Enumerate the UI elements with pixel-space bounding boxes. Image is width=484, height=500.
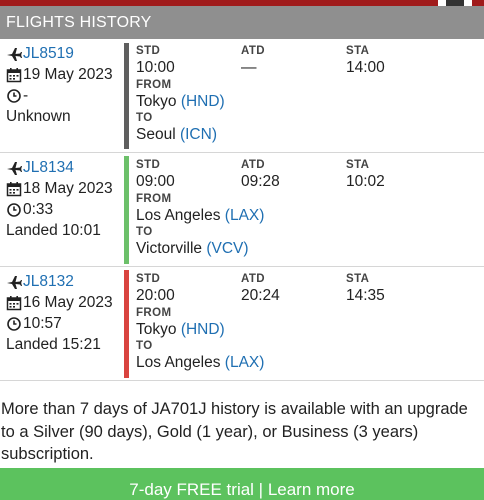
origin-code-link[interactable]: (HND) bbox=[181, 93, 225, 110]
clock-icon bbox=[7, 316, 21, 331]
from-label: FROM bbox=[136, 307, 172, 319]
clock-icon bbox=[7, 202, 21, 217]
origin-city: Tokyo bbox=[136, 321, 177, 338]
destination-city: Victorville bbox=[136, 240, 203, 257]
origin-city: Tokyo bbox=[136, 93, 177, 110]
origin-city: Los Angeles bbox=[136, 207, 221, 224]
flight-date: 18 May 2023 bbox=[23, 179, 113, 197]
std-value: 10:00 bbox=[136, 59, 175, 76]
section-title: FLIGHTS HISTORY bbox=[6, 14, 152, 31]
flight-row[interactable]: JL8134 18 May 2023 0:33 Landed 10:01 STD… bbox=[0, 153, 484, 267]
atd-value: — bbox=[241, 59, 257, 76]
atd-value: 20:24 bbox=[241, 287, 280, 304]
flight-duration: 10:57 bbox=[23, 314, 62, 332]
atd-value: 09:28 bbox=[241, 173, 280, 190]
flight-status: Landed 10:01 bbox=[6, 221, 101, 239]
std-value: 09:00 bbox=[136, 173, 175, 190]
std-label: STD bbox=[136, 159, 161, 171]
to-label: TO bbox=[136, 112, 153, 124]
destination-code-link[interactable]: (LAX) bbox=[225, 354, 265, 371]
sta-value: 14:35 bbox=[346, 287, 385, 304]
from-label: FROM bbox=[136, 193, 172, 205]
plane-icon bbox=[7, 275, 22, 289]
status-color-bar bbox=[124, 156, 129, 264]
flight-row[interactable]: JL8132 16 May 2023 10:57 Landed 15:21 ST… bbox=[0, 267, 484, 381]
std-value: 20:00 bbox=[136, 287, 175, 304]
std-label: STD bbox=[136, 45, 161, 57]
plane-icon bbox=[7, 161, 22, 175]
flight-number-link[interactable]: JL8132 bbox=[23, 273, 74, 291]
calendar-icon bbox=[6, 181, 22, 196]
flight-duration: 0:33 bbox=[23, 200, 54, 218]
sta-value: 14:00 bbox=[346, 59, 385, 76]
to-label: TO bbox=[136, 340, 153, 352]
free-trial-label: 7-day FREE trial | Learn more bbox=[129, 480, 355, 499]
flight-number-link[interactable]: JL8134 bbox=[23, 159, 74, 177]
flight-date: 19 May 2023 bbox=[23, 65, 113, 83]
calendar-icon bbox=[6, 67, 22, 82]
std-label: STD bbox=[136, 273, 161, 285]
destination-city: Seoul bbox=[136, 126, 176, 143]
destination-code-link[interactable]: (ICN) bbox=[180, 126, 217, 143]
clock-icon bbox=[7, 88, 21, 103]
flight-status: Landed 15:21 bbox=[6, 335, 101, 353]
sta-label: STA bbox=[346, 273, 370, 285]
atd-label: ATD bbox=[241, 45, 265, 57]
sta-label: STA bbox=[346, 159, 370, 171]
destination-city: Los Angeles bbox=[136, 354, 221, 371]
status-color-bar bbox=[124, 270, 129, 378]
destination-code-link[interactable]: (VCV) bbox=[206, 240, 248, 257]
to-label: TO bbox=[136, 226, 153, 238]
calendar-icon bbox=[6, 295, 22, 310]
status-color-bar bbox=[124, 43, 129, 149]
flights-history-header: FLIGHTS HISTORY bbox=[0, 6, 484, 39]
origin-code-link[interactable]: (HND) bbox=[181, 321, 225, 338]
sta-label: STA bbox=[346, 45, 370, 57]
flight-status: Unknown bbox=[6, 107, 71, 125]
atd-label: ATD bbox=[241, 273, 265, 285]
free-trial-button[interactable]: 7-day FREE trial | Learn more bbox=[0, 468, 484, 500]
flight-row[interactable]: JL8519 19 May 2023 - Unknown STD 10:00 AT… bbox=[0, 39, 484, 153]
flight-date: 16 May 2023 bbox=[23, 293, 113, 311]
origin-code-link[interactable]: (LAX) bbox=[225, 207, 265, 224]
flight-number-link[interactable]: JL8519 bbox=[23, 45, 74, 63]
plane-icon bbox=[7, 47, 22, 61]
sta-value: 10:02 bbox=[346, 173, 385, 190]
upgrade-notice: More than 7 days of JA701J history is av… bbox=[1, 400, 468, 463]
from-label: FROM bbox=[136, 79, 172, 91]
atd-label: ATD bbox=[241, 159, 265, 171]
flight-duration: - bbox=[23, 86, 29, 104]
